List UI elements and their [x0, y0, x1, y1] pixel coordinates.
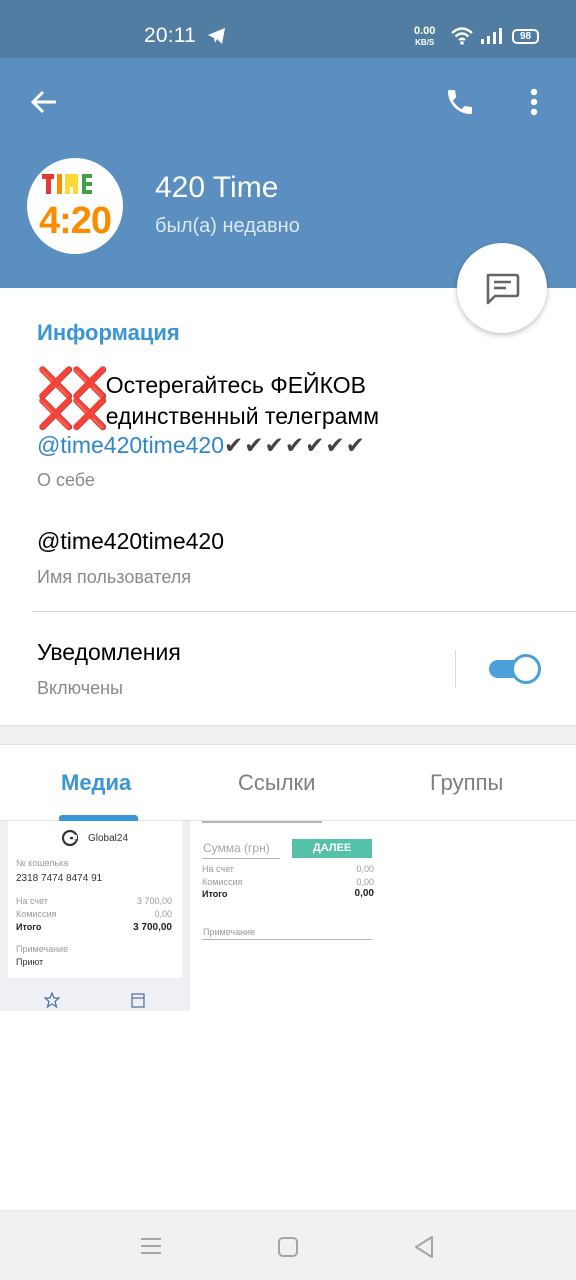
- brand-name: Global24: [88, 833, 129, 844]
- network-speed-value: 0.00: [414, 25, 436, 37]
- commission-label: Комиссия: [16, 909, 57, 919]
- total-label: Итого: [16, 922, 42, 932]
- calendar-icon: [131, 992, 145, 1011]
- star-icon: [43, 991, 61, 1011]
- toggle-knob: [511, 654, 541, 684]
- payment-receipt: Global24 № кошелька 2318 7474 8474 91 На…: [8, 821, 182, 978]
- divider: [455, 650, 456, 688]
- more-vertical-icon[interactable]: [530, 88, 538, 121]
- section-title-info: Информация: [37, 320, 180, 345]
- notifications-toggle[interactable]: [487, 652, 543, 686]
- notifications-title[interactable]: Уведомления: [37, 639, 181, 666]
- media-tabs: Медиа Ссылки Группы: [0, 745, 576, 821]
- network-speed-unit: KB/S: [415, 38, 435, 47]
- wallet-number: 2318 7474 8474 91: [16, 873, 103, 884]
- username-label: Имя пользователя: [37, 567, 192, 587]
- status-bar: 20:11 0.00 KB/S 98: [0, 0, 576, 58]
- back-triangle-icon[interactable]: [413, 1235, 435, 1264]
- tab-media[interactable]: Медиа: [61, 770, 131, 796]
- commission-value: 0,00: [154, 909, 172, 919]
- divider: [32, 611, 576, 612]
- phone-icon[interactable]: [444, 86, 476, 123]
- global24-logo-icon: [61, 829, 79, 851]
- section-gap: [0, 725, 576, 745]
- cross-mark-icon: ❌❌: [37, 367, 109, 400]
- about-username-link[interactable]: @time420time420: [37, 432, 224, 458]
- commission-label: Комиссия: [202, 877, 243, 887]
- to-account-value: 0,00: [356, 864, 374, 874]
- tab-links[interactable]: Ссылки: [238, 770, 315, 796]
- telegram-icon: [207, 27, 227, 50]
- total-value: 3 700,00: [133, 922, 172, 933]
- divider: [202, 821, 322, 823]
- about-line-1: Остерегайтесь ФЕЙКОВ: [105, 372, 366, 398]
- total-value: 0,00: [354, 888, 374, 899]
- media-thumbnail[interactable]: Global24 № кошелька 2318 7474 8474 91 На…: [0, 821, 190, 1011]
- divider: [202, 858, 280, 859]
- about-text: ❌❌Остерегайтесь ФЕЙКОВ ❌❌единственный те…: [37, 369, 537, 460]
- profile-name: 420 Time: [155, 171, 279, 204]
- note-label: Примечание: [16, 944, 69, 954]
- status-time: 20:11: [144, 24, 196, 47]
- home-icon[interactable]: [277, 1236, 299, 1263]
- total-label: Итого: [202, 889, 228, 899]
- media-thumbnail[interactable]: Сумма (грн) ДАЛЕЕ На счет 0,00 Комиссия …: [192, 821, 382, 1011]
- time-420-logo: 4:20: [39, 174, 112, 242]
- username-value[interactable]: @time420time420: [37, 528, 224, 555]
- amount-field: Сумма (грн): [203, 841, 270, 855]
- svg-text:4:20: 4:20: [39, 200, 111, 242]
- menu-icon[interactable]: [140, 1237, 162, 1260]
- note-label: Примечание: [203, 927, 256, 937]
- to-account-label: На счет: [202, 864, 234, 874]
- avatar[interactable]: 4:20: [27, 158, 123, 254]
- back-arrow-icon[interactable]: [30, 88, 58, 121]
- divider: [202, 939, 372, 940]
- message-button[interactable]: [457, 243, 547, 333]
- wifi-icon: [451, 27, 473, 50]
- to-account-value: 3 700,00: [136, 896, 172, 906]
- commission-value: 0,00: [356, 877, 374, 887]
- tab-groups[interactable]: Группы: [430, 770, 503, 796]
- about-label: О себе: [37, 470, 95, 490]
- note-value: Приют: [16, 957, 44, 967]
- battery-icon: 98: [512, 29, 539, 44]
- cross-mark-icon: ❌❌: [37, 398, 109, 431]
- message-icon: [486, 273, 520, 305]
- to-account-label: На счет: [16, 896, 48, 906]
- system-navigation-bar: [0, 1210, 576, 1280]
- about-line-2: единственный телеграмм: [105, 403, 380, 429]
- network-speed: 0.00 KB/S: [414, 26, 435, 48]
- check-marks: ✔✔✔✔✔✔✔: [224, 432, 366, 458]
- wallet-label: № кошелька: [16, 858, 69, 868]
- notifications-status: Включены: [37, 678, 123, 698]
- signal-icon: [480, 28, 504, 49]
- next-button: ДАЛЕЕ: [292, 839, 372, 858]
- profile-last-seen: был(а) недавно: [155, 215, 300, 237]
